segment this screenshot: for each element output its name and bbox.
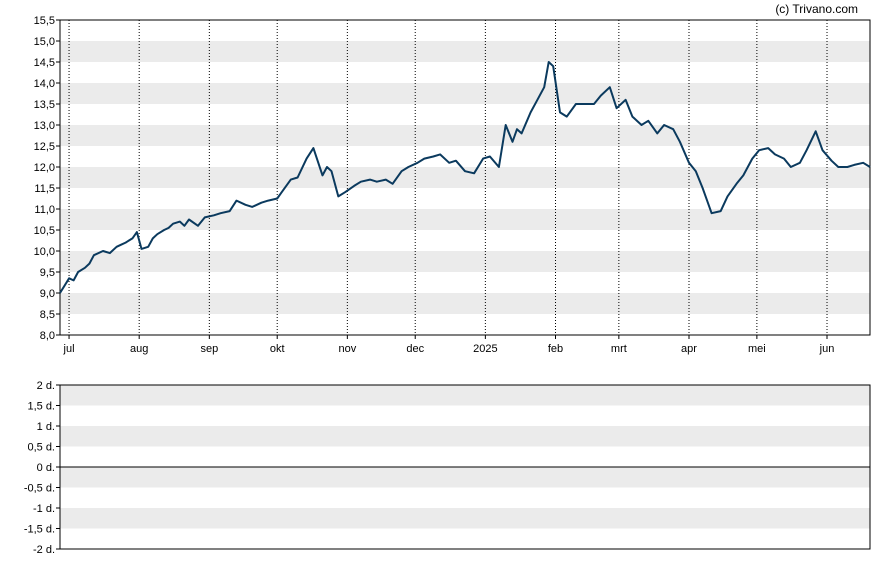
y-tick-label: 10,0 xyxy=(34,246,55,258)
y-tick-label: 8,0 xyxy=(40,330,55,342)
y-tick-label: 10,5 xyxy=(34,225,55,237)
y-tick-label: 11,5 xyxy=(34,183,55,195)
y-tick-label: 0,5 d. xyxy=(27,442,55,454)
y-tick-label: 11,0 xyxy=(34,204,55,216)
x-tick-label: sep xyxy=(200,343,218,355)
grid-band xyxy=(60,426,870,447)
y-tick-label: 1,5 d. xyxy=(27,401,55,413)
price-chart: jul aug sep okt nov dec 2025 feb mrt apr mei jun 8,0… xyxy=(34,15,871,355)
grid-band xyxy=(60,83,870,104)
grid-band xyxy=(60,293,870,314)
y-tick-label: 8,5 xyxy=(40,309,55,321)
grid-band xyxy=(60,209,870,230)
grid-band xyxy=(60,385,870,406)
chart-root: (c) Trivano.com jul aug sep okt nov dec 2025 fe… xyxy=(0,0,888,565)
x-tick-label: nov xyxy=(338,343,356,355)
x-tick-label: jun xyxy=(819,343,835,355)
y-tick-label: 1 d. xyxy=(37,421,55,433)
y-tick-label: 0 d. xyxy=(37,462,55,474)
x-tick-label: okt xyxy=(270,343,285,355)
y-tick-label: 15,5 xyxy=(34,15,55,27)
y-tick-label: 9,5 xyxy=(40,267,55,279)
y-tick-label: 13,0 xyxy=(34,120,55,132)
x-tick-label: feb xyxy=(548,343,563,355)
grid-band xyxy=(60,251,870,272)
y-tick-label: -1 d. xyxy=(33,503,55,515)
y-tick-label: -1,5 d. xyxy=(24,524,55,536)
y-tick-label: -0,5 d. xyxy=(24,483,55,495)
y-tick-label: 14,5 xyxy=(34,57,55,69)
x-tick-label: mei xyxy=(748,343,766,355)
x-tick-label: 2025 xyxy=(473,343,497,355)
y-tick-label: -2 d. xyxy=(33,544,55,555)
x-tick-label: aug xyxy=(130,343,148,355)
grid-band xyxy=(60,508,870,529)
y-tick-label: 13,5 xyxy=(34,99,55,111)
y-tick-label: 14,0 xyxy=(34,78,55,90)
y-tick-label: 9,0 xyxy=(40,288,55,300)
x-tick-label: mrt xyxy=(611,343,627,355)
grid-band xyxy=(60,125,870,146)
grid-band xyxy=(60,41,870,62)
y-tick-label: 15,0 xyxy=(34,36,55,48)
grid-band xyxy=(60,467,870,488)
x-tick-label: dec xyxy=(406,343,424,355)
volume-chart: 2 d. 1,5 d. 1 d. 0,5 d. 0 d. -0,5 d. -1 d. -1,5… xyxy=(24,380,871,555)
x-tick-label: apr xyxy=(681,343,697,355)
y-tick-label: 2 d. xyxy=(37,380,55,392)
y-tick-label: 12,0 xyxy=(34,162,55,174)
y-tick-label: 12,5 xyxy=(34,141,55,153)
x-tick-label: jul xyxy=(63,343,75,355)
